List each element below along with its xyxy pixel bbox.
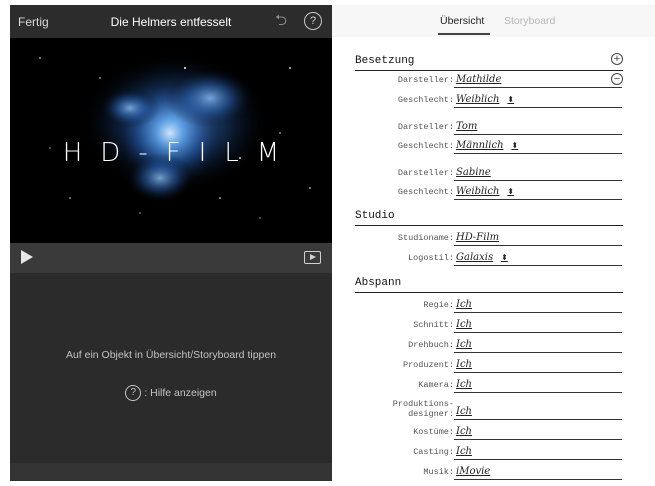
gender-select[interactable]: Weiblich ⬍: [454, 93, 622, 108]
undo-icon[interactable]: ⮌: [272, 12, 290, 30]
chevron-updown-icon: ⬍: [511, 141, 519, 150]
field-label: Musik:: [423, 467, 454, 477]
credit-field[interactable]: Ich: [454, 425, 622, 440]
trailer-outline-pane: Übersicht Storyboard Besetzung + Darstel…: [332, 5, 655, 486]
field-label: Schnitt:: [413, 320, 454, 330]
cast-gender-row: Geschlecht: Weiblich ⬍: [332, 185, 655, 201]
active-tab-indicator: [438, 33, 490, 35]
hint-text: Auf ein Objekt in Übersicht/Storyboard t…: [65, 349, 277, 361]
field-label: Logostil:: [408, 253, 454, 263]
credit-field[interactable]: iMovie: [454, 465, 622, 480]
field-label: Darsteller:: [397, 168, 454, 178]
credit-field[interactable]: Ich: [454, 378, 622, 393]
add-cast-button[interactable]: +: [611, 53, 623, 65]
help-icon[interactable]: ?: [304, 12, 322, 30]
credit-field[interactable]: Ich: [454, 298, 622, 313]
play-icon[interactable]: [21, 250, 33, 264]
studio-name-row: Studioname: HD-Film: [332, 231, 655, 247]
field-label: Darsteller:: [397, 122, 454, 132]
cast-actor-row: Darsteller: Mathilde: [332, 73, 655, 89]
chevron-updown-icon: ⬍: [507, 187, 515, 196]
tab-bar: Übersicht Storyboard: [332, 5, 655, 37]
credit-row: Casting: Ich: [332, 445, 655, 461]
credit-field[interactable]: Ich: [454, 405, 622, 420]
credit-row: Kostüme: Ich: [332, 425, 655, 441]
field-label: Darsteller:: [397, 75, 454, 85]
credit-field[interactable]: Ich: [454, 318, 622, 333]
credit-row: Produktions- designer: Ich: [332, 399, 655, 421]
field-label: Studioname:: [397, 233, 454, 243]
video-preview[interactable]: HD-FILM: [10, 38, 332, 243]
field-label: Geschlecht:: [397, 95, 454, 105]
credit-row: Drehbuch: Ich: [332, 338, 655, 354]
bottom-strip: [10, 463, 332, 481]
credit-row: Musik: iMovie: [332, 465, 655, 481]
field-label: Drehbuch:: [408, 340, 454, 350]
top-bar: Fertig Die Helmers entfesselt ⮌ ?: [10, 5, 332, 38]
actor-field[interactable]: Tom: [454, 120, 622, 135]
video-title-text: HD-FILM: [62, 138, 298, 168]
gender-select[interactable]: Weiblich ⬍: [454, 185, 622, 200]
help-icon: ?: [125, 385, 142, 401]
field-label: Geschlecht:: [397, 187, 454, 197]
cast-gender-row: Geschlecht: Weiblich ⬍: [332, 93, 655, 109]
logo-style-select[interactable]: Galaxis ⬍: [454, 251, 622, 266]
credit-field[interactable]: Ich: [454, 338, 622, 353]
chevron-updown-icon: ⬍: [507, 95, 515, 104]
fullscreen-icon[interactable]: [304, 251, 321, 264]
field-label: Kamera:: [418, 380, 454, 390]
credit-row: Produzent: Ich: [332, 358, 655, 374]
credit-row: Schnitt: Ich: [332, 318, 655, 334]
studio-name-field[interactable]: HD-Film: [454, 231, 622, 246]
inspector-empty-state: Auf ein Objekt in Übersicht/Storyboard t…: [10, 273, 332, 463]
section-credits-title: Abspann: [355, 277, 623, 293]
help-hint-row: ?: Hilfe anzeigen: [10, 385, 332, 401]
credit-field[interactable]: Ich: [454, 358, 622, 373]
actor-field[interactable]: Mathilde: [454, 73, 622, 88]
credit-row: Regie: Ich: [332, 298, 655, 314]
help-hint-text: : Hilfe anzeigen: [144, 386, 217, 399]
playback-controls: [10, 243, 332, 273]
field-label: Geschlecht:: [397, 141, 454, 151]
preview-pane: Fertig Die Helmers entfesselt ⮌ ? HD-FIL…: [10, 5, 332, 481]
field-label: Casting:: [413, 447, 454, 457]
field-label: Regie:: [423, 300, 454, 310]
field-label: Produzent:: [402, 360, 454, 370]
field-label: Produktions- designer:: [392, 399, 454, 419]
logo-style-row: Logostil: Galaxis ⬍: [332, 251, 655, 267]
field-label: Kostüme:: [413, 427, 454, 437]
cast-gender-row: Geschlecht: Männlich ⬍: [332, 139, 655, 155]
tab-overview[interactable]: Übersicht: [440, 15, 484, 27]
cast-actor-row: Darsteller: Sabine: [332, 166, 655, 182]
cast-actor-row: Darsteller: Tom: [332, 120, 655, 136]
credit-field[interactable]: Ich: [454, 445, 622, 460]
gender-select[interactable]: Männlich ⬍: [454, 139, 622, 154]
section-cast-title: Besetzung: [355, 55, 623, 71]
actor-field[interactable]: Sabine: [454, 166, 622, 181]
chevron-updown-icon: ⬍: [501, 253, 508, 262]
section-studio-title: Studio: [355, 210, 623, 226]
remove-cast-button[interactable]: −: [611, 73, 623, 85]
tab-storyboard[interactable]: Storyboard: [504, 15, 555, 27]
credit-row: Kamera: Ich: [332, 378, 655, 394]
